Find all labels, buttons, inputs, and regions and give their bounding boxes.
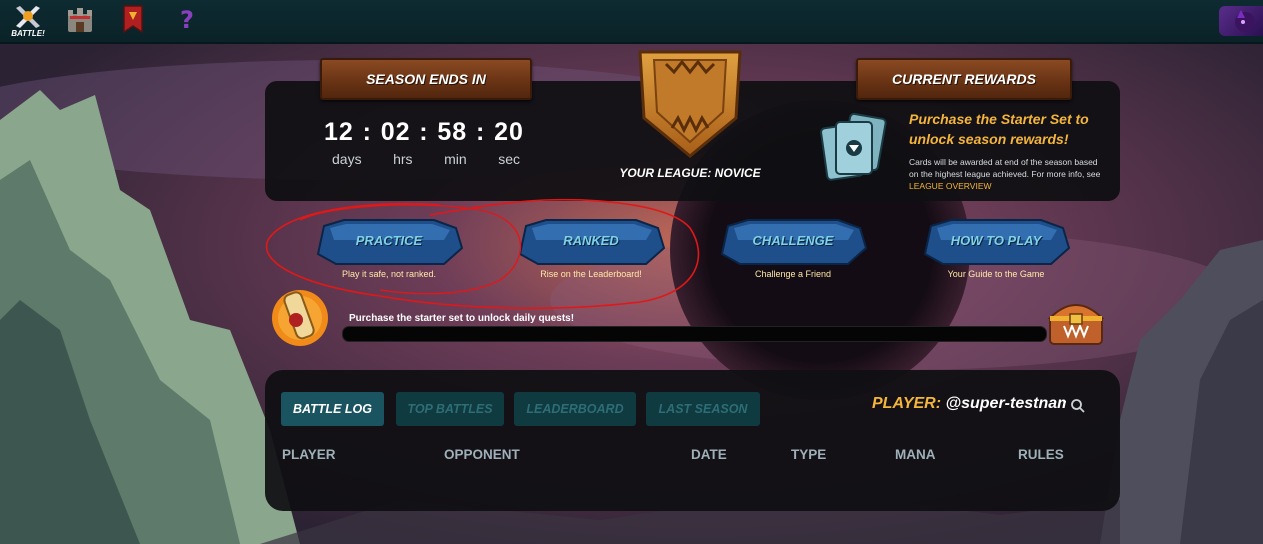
tab-top-battles[interactable]: TOP BATTLES bbox=[396, 392, 504, 426]
player-name: @super-testname bbox=[945, 395, 1067, 412]
tab-leaderboard[interactable]: LEADERBOARD bbox=[514, 392, 636, 426]
season-ends-header: SEASON ENDS IN bbox=[320, 58, 532, 100]
how-to-play-mode: HOW TO PLAY Your Guide to the Game bbox=[916, 218, 1076, 279]
tab-battle-log[interactable]: BATTLE LOG bbox=[281, 392, 384, 426]
crossed-swords-icon bbox=[16, 6, 40, 28]
column-opponent[interactable]: OPPONENT bbox=[444, 447, 520, 462]
how-to-play-subtitle: Your Guide to the Game bbox=[947, 269, 1045, 279]
castle-icon bbox=[68, 8, 92, 32]
challenge-mode: CHALLENGE Challenge a Friend bbox=[713, 218, 873, 279]
tab-leaderboard-label: LEADERBOARD bbox=[526, 402, 624, 416]
league-overview-link[interactable]: LEAGUE OVERVIEW bbox=[909, 181, 992, 191]
current-rewards-header: CURRENT REWARDS bbox=[856, 58, 1072, 100]
practice-subtitle: Play it safe, not ranked. bbox=[341, 269, 437, 279]
how-to-play-label: HOW TO PLAY bbox=[950, 233, 1042, 248]
challenge-label: CHALLENGE bbox=[752, 233, 834, 248]
unit-days: days bbox=[332, 151, 362, 167]
battle-nav-button[interactable]: BATTLE! bbox=[10, 2, 46, 40]
player-prefix: PLAYER: bbox=[872, 395, 942, 412]
guild-banner-nav-button[interactable] bbox=[118, 2, 154, 40]
help-nav-button[interactable]: ? bbox=[172, 2, 208, 40]
column-mana[interactable]: MANA bbox=[895, 447, 936, 462]
reward-cards-icon bbox=[820, 112, 887, 181]
timer-seconds: 20 bbox=[494, 118, 524, 146]
ranked-subtitle: Rise on the Leaderboard! bbox=[540, 269, 642, 279]
avatar-icon bbox=[1235, 10, 1255, 32]
treasure-chest-icon[interactable] bbox=[1044, 296, 1108, 348]
current-rewards-label: CURRENT REWARDS bbox=[892, 71, 1036, 87]
season-countdown: 12: 02: 58: 20 days hrs min sec bbox=[324, 118, 524, 167]
practice-mode: PRACTICE Play it safe, not ranked. bbox=[309, 218, 469, 279]
quest-scroll-icon bbox=[272, 290, 328, 346]
unit-seconds: sec bbox=[498, 151, 520, 167]
league-shield-icon bbox=[638, 50, 742, 158]
ranked-label: RANKED bbox=[563, 233, 619, 248]
ranked-mode: RANKED Rise on the Leaderboard! bbox=[511, 218, 671, 279]
castle-nav-button[interactable] bbox=[63, 2, 99, 40]
timer-days: 12 bbox=[324, 118, 354, 146]
search-icon[interactable] bbox=[1070, 398, 1086, 414]
practice-button[interactable]: PRACTICE bbox=[314, 218, 464, 266]
tab-top-battles-label: TOP BATTLES bbox=[407, 402, 493, 416]
practice-label: PRACTICE bbox=[355, 233, 423, 248]
timer-hours: 02 bbox=[380, 118, 411, 146]
challenge-button[interactable]: CHALLENGE bbox=[718, 218, 868, 266]
tab-last-season-label: LAST SEASON bbox=[658, 402, 748, 416]
season-ends-label: SEASON ENDS IN bbox=[366, 71, 486, 87]
quest-message: Purchase the starter set to unlock daily… bbox=[349, 313, 575, 324]
rewards-body: Cards will be awarded at end of the seas… bbox=[909, 157, 1101, 179]
column-type[interactable]: TYPE bbox=[791, 447, 826, 462]
quest-progress-bar bbox=[342, 326, 1047, 342]
how-to-play-button[interactable]: HOW TO PLAY bbox=[921, 218, 1071, 266]
rewards-description: Cards will be awarded at end of the seas… bbox=[909, 156, 1109, 192]
tab-last-season[interactable]: LAST SEASON bbox=[646, 392, 760, 426]
top-nav-bar: BATTLE! ? bbox=[0, 0, 1263, 44]
tab-battle-log-label: BATTLE LOG bbox=[293, 402, 372, 416]
timer-minutes: 58 bbox=[437, 118, 468, 146]
league-label: YOUR LEAGUE: NOVICE bbox=[619, 166, 761, 180]
profile-avatar-button[interactable] bbox=[1219, 6, 1263, 36]
banner-icon bbox=[123, 5, 143, 34]
column-rules[interactable]: RULES bbox=[1018, 447, 1064, 462]
ranked-button[interactable]: RANKED bbox=[516, 218, 666, 266]
column-date[interactable]: DATE bbox=[691, 447, 727, 462]
unit-hours: hrs bbox=[393, 151, 413, 167]
player-search-field[interactable]: PLAYER: @super-testname bbox=[872, 395, 1066, 413]
challenge-subtitle: Challenge a Friend bbox=[754, 269, 832, 279]
rewards-title: Purchase the Starter Set to unlock seaso… bbox=[909, 111, 1089, 147]
svg-text:?: ? bbox=[180, 6, 194, 34]
column-player[interactable]: PLAYER bbox=[282, 447, 336, 462]
battle-nav-label: BATTLE! bbox=[11, 29, 45, 38]
unit-minutes: min bbox=[444, 151, 467, 167]
question-mark-icon: ? bbox=[180, 6, 194, 34]
